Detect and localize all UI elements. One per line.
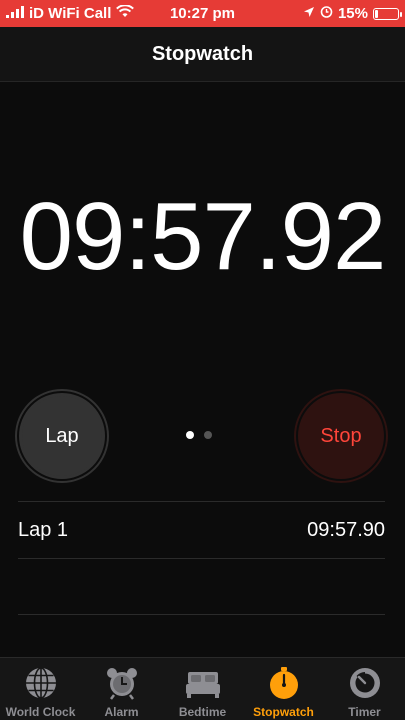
tab-label: Stopwatch [253,705,314,719]
tab-world-clock[interactable]: World Clock [0,658,81,719]
stopwatch-time-display: 09:57.92 [19,183,387,290]
laps-list: Lap 1 09:57.90 [18,501,385,615]
lap-row: Lap 1 09:57.90 [18,501,385,558]
tab-timer[interactable]: Timer [324,658,405,719]
lap-label: Lap 1 [18,518,69,541]
battery-level [375,9,378,18]
alarm-clock-icon [104,665,140,701]
lap-button[interactable]: Lap [17,391,107,481]
page-dot-2[interactable] [204,431,212,439]
stopwatch-screen: iD WiFi Call 10:27 pm 15% Stopwatch 09:5… [0,0,405,720]
location-arrow-icon [303,5,315,22]
status-bar: iD WiFi Call 10:27 pm 15% [0,0,405,27]
tab-bedtime[interactable]: Bedtime [162,658,243,719]
carrier-label: iD WiFi Call [29,5,112,22]
bed-icon [185,665,221,701]
page-title: Stopwatch [151,42,254,65]
stopwatch-icon [266,665,302,701]
lap-button-label: Lap [22,396,102,476]
tab-label: Bedtime [178,705,227,719]
alarm-status-icon [320,5,333,22]
tab-label: World Clock [5,705,76,719]
timer-icon [347,665,383,701]
stop-button[interactable]: Stop [296,391,386,481]
battery-icon [373,7,402,20]
wifi-icon [116,4,135,22]
tab-alarm[interactable]: Alarm [81,658,162,719]
lap-time: 09:57.90 [307,518,385,541]
lap-row-empty [18,558,385,615]
tab-stopwatch[interactable]: Stopwatch [243,658,324,719]
signal-icon [6,5,24,22]
globe-icon [23,665,59,701]
tab-label: Alarm [104,705,139,719]
navigation-bar: Stopwatch [0,27,405,82]
tab-label: Timer [348,705,381,719]
tab-bar: World Clock Alarm Bedtime Stopwatch Time… [0,657,405,720]
page-dot-1[interactable] [186,431,194,439]
stop-button-label: Stop [301,396,381,476]
battery-percent: 15% [337,5,368,22]
page-indicator[interactable] [186,431,212,439]
